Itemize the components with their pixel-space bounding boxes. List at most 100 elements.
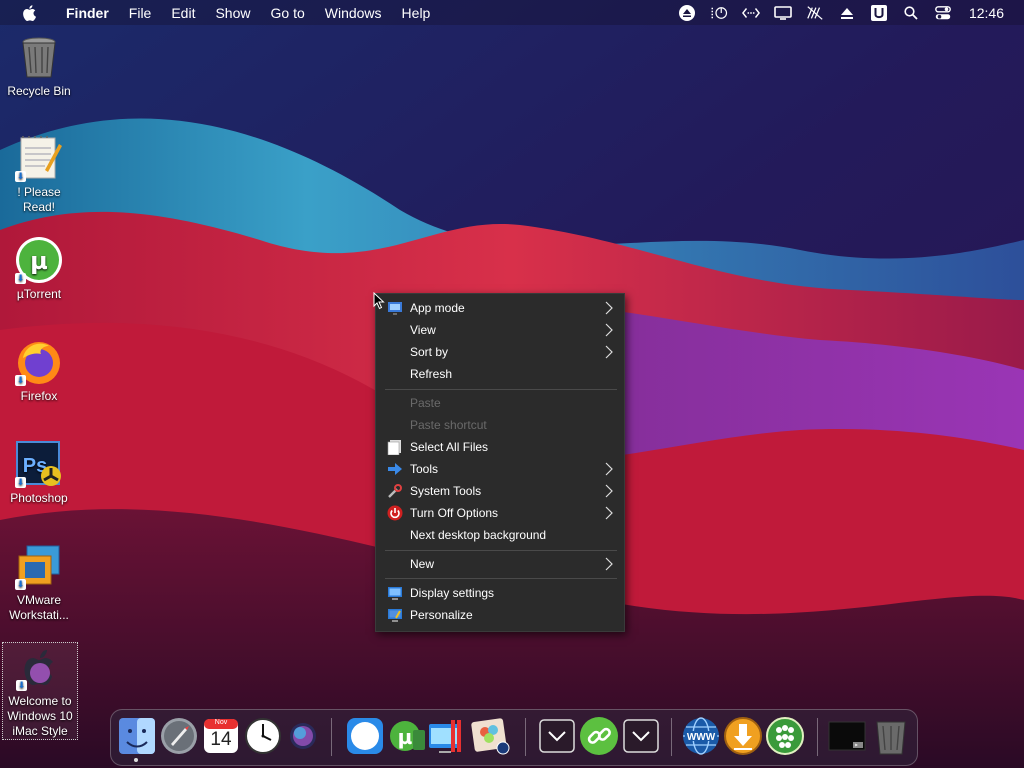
power-icon <box>387 505 403 521</box>
ctx-item-new[interactable]: New <box>376 553 624 575</box>
chevron-down-icon[interactable] <box>537 716 577 756</box>
chevron-right-icon <box>605 345 613 359</box>
apple-logo-icon: ⬇ <box>16 643 64 691</box>
dock-separator <box>525 718 526 756</box>
desktop-icon-please-read[interactable]: ⬇ ! Please Read! <box>0 134 78 215</box>
ctx-label: New <box>410 557 435 571</box>
link-icon[interactable] <box>579 716 619 756</box>
ctx-item-sort-by[interactable]: Sort by <box>376 341 624 363</box>
chevron-right-icon <box>605 557 613 571</box>
terminal-icon[interactable] <box>827 716 867 756</box>
dock: Nov 14 µ WWW <box>110 709 918 766</box>
calendar-month: Nov <box>214 719 228 726</box>
ctx-label: System Tools <box>410 484 482 498</box>
ctx-item-refresh[interactable]: Refresh <box>376 363 624 385</box>
mute-icon[interactable] <box>806 4 824 22</box>
ctx-label: Personalize <box>410 608 473 622</box>
shortcut-arrow-icon: ⬇ <box>15 273 26 284</box>
calendar-icon[interactable]: Nov 14 <box>201 716 241 756</box>
desktop-icon-label: VMware Workstati... <box>9 593 69 622</box>
utorrent-icon[interactable]: µ <box>387 716 427 756</box>
desktop-icon-utorrent[interactable]: µ ⬇ µTorrent <box>0 236 78 302</box>
desktop-icon-label: Firefox <box>20 389 58 403</box>
download-icon[interactable] <box>723 716 763 756</box>
running-indicator <box>134 758 138 762</box>
chevron-right-icon <box>605 301 613 315</box>
desktop-context-menu: App mode View Sort by Refresh Paste Past… <box>375 293 625 632</box>
ctx-label: Select All Files <box>410 440 489 454</box>
desktop-icon-welcome[interactable]: ⬇ Welcome to Windows 10 iMac Style <box>2 642 78 740</box>
shortcut-arrow-icon: ⬇ <box>15 171 26 182</box>
ctx-item-personalize[interactable]: Personalize <box>376 604 624 626</box>
ctx-item-tools[interactable]: Tools <box>376 458 624 480</box>
desktop-icon-photoshop[interactable]: Ps ⬇ Photoshop <box>0 440 78 506</box>
menu-file[interactable]: File <box>129 5 152 21</box>
ctx-item-select-all-files[interactable]: Select All Files <box>376 436 624 458</box>
photos-icon[interactable] <box>471 716 511 756</box>
ctx-label: Paste shortcut <box>410 418 487 432</box>
menubar-clock[interactable]: 12:46 <box>969 5 1004 21</box>
ctx-item-app-mode[interactable]: App mode <box>376 297 624 319</box>
svg-text:µ: µ <box>30 247 48 275</box>
ctx-item-turn-off-options[interactable]: Turn Off Options <box>376 502 624 524</box>
system-tools-icon <box>388 484 402 498</box>
cpu-gauge-icon[interactable] <box>710 4 728 22</box>
menu-app-name[interactable]: Finder <box>66 5 109 21</box>
safari-icon[interactable] <box>345 716 385 756</box>
chevron-right-icon <box>605 484 613 498</box>
dock-separator <box>671 718 672 756</box>
search-icon[interactable] <box>902 4 920 22</box>
launchpad-icon[interactable] <box>159 716 199 756</box>
app-mode-icon <box>388 302 402 315</box>
ctx-label: Display settings <box>410 586 495 600</box>
menu-separator <box>385 578 617 579</box>
chevron-right-icon <box>605 462 613 476</box>
menu-help[interactable]: Help <box>402 5 431 21</box>
folder-icon[interactable] <box>427 716 467 756</box>
svg-text:WWW: WWW <box>687 732 716 743</box>
mouse-cursor-icon <box>373 292 385 310</box>
dots-app-icon[interactable] <box>765 716 805 756</box>
menu-separator <box>385 389 617 390</box>
desktop-icon-label: Welcome to Windows 10 iMac Style <box>7 694 73 738</box>
display-settings-icon <box>388 587 402 600</box>
apple-menu-icon[interactable] <box>22 4 38 22</box>
ctx-label: Turn Off Options <box>410 506 499 520</box>
chevron-down-icon[interactable] <box>621 716 661 756</box>
clock-icon[interactable] <box>243 716 283 756</box>
firefox-icon: ⬇ <box>15 338 63 386</box>
desktop-icon-label: Photoshop <box>10 491 68 505</box>
menu-go-to[interactable]: Go to <box>271 5 305 21</box>
notepad-icon: ⬇ <box>15 134 63 182</box>
menu-windows[interactable]: Windows <box>325 5 382 21</box>
shortcut-arrow-icon: ⬇ <box>15 579 26 590</box>
ctx-item-next-background[interactable]: Next desktop background <box>376 524 624 546</box>
menu-show[interactable]: Show <box>215 5 250 21</box>
eject-icon[interactable] <box>678 4 696 22</box>
siri-icon[interactable] <box>283 716 323 756</box>
desktop-icon-vmware[interactable]: ⬇ VMware Workstati... <box>0 542 78 623</box>
tools-arrow-icon <box>388 463 402 475</box>
status-area: 12:46 <box>671 0 1024 25</box>
ctx-item-display-settings[interactable]: Display settings <box>376 582 624 604</box>
u-icon[interactable] <box>870 4 888 22</box>
ctx-item-view[interactable]: View <box>376 319 624 341</box>
ctx-item-paste-shortcut: Paste shortcut <box>376 414 624 436</box>
svg-text:µ: µ <box>398 725 413 749</box>
trash-icon <box>15 33 63 81</box>
finder-icon[interactable] <box>117 716 157 756</box>
www-icon[interactable]: WWW <box>681 716 721 756</box>
trash-icon[interactable] <box>871 716 911 756</box>
desktop-icon-label: Recycle Bin <box>7 84 71 98</box>
control-center-icon[interactable] <box>934 4 952 22</box>
desktop-icon-firefox[interactable]: ⬇ Firefox <box>0 338 78 404</box>
network-code-icon[interactable] <box>741 4 760 22</box>
ctx-label: Tools <box>410 462 439 476</box>
photoshop-icon: Ps ⬇ <box>15 440 63 488</box>
display-icon[interactable] <box>774 4 792 22</box>
select-files-icon <box>387 440 401 455</box>
ctx-item-system-tools[interactable]: System Tools <box>376 480 624 502</box>
upload-icon[interactable] <box>838 4 856 22</box>
desktop-icon-recycle-bin[interactable]: Recycle Bin <box>0 33 78 99</box>
menu-edit[interactable]: Edit <box>171 5 195 21</box>
